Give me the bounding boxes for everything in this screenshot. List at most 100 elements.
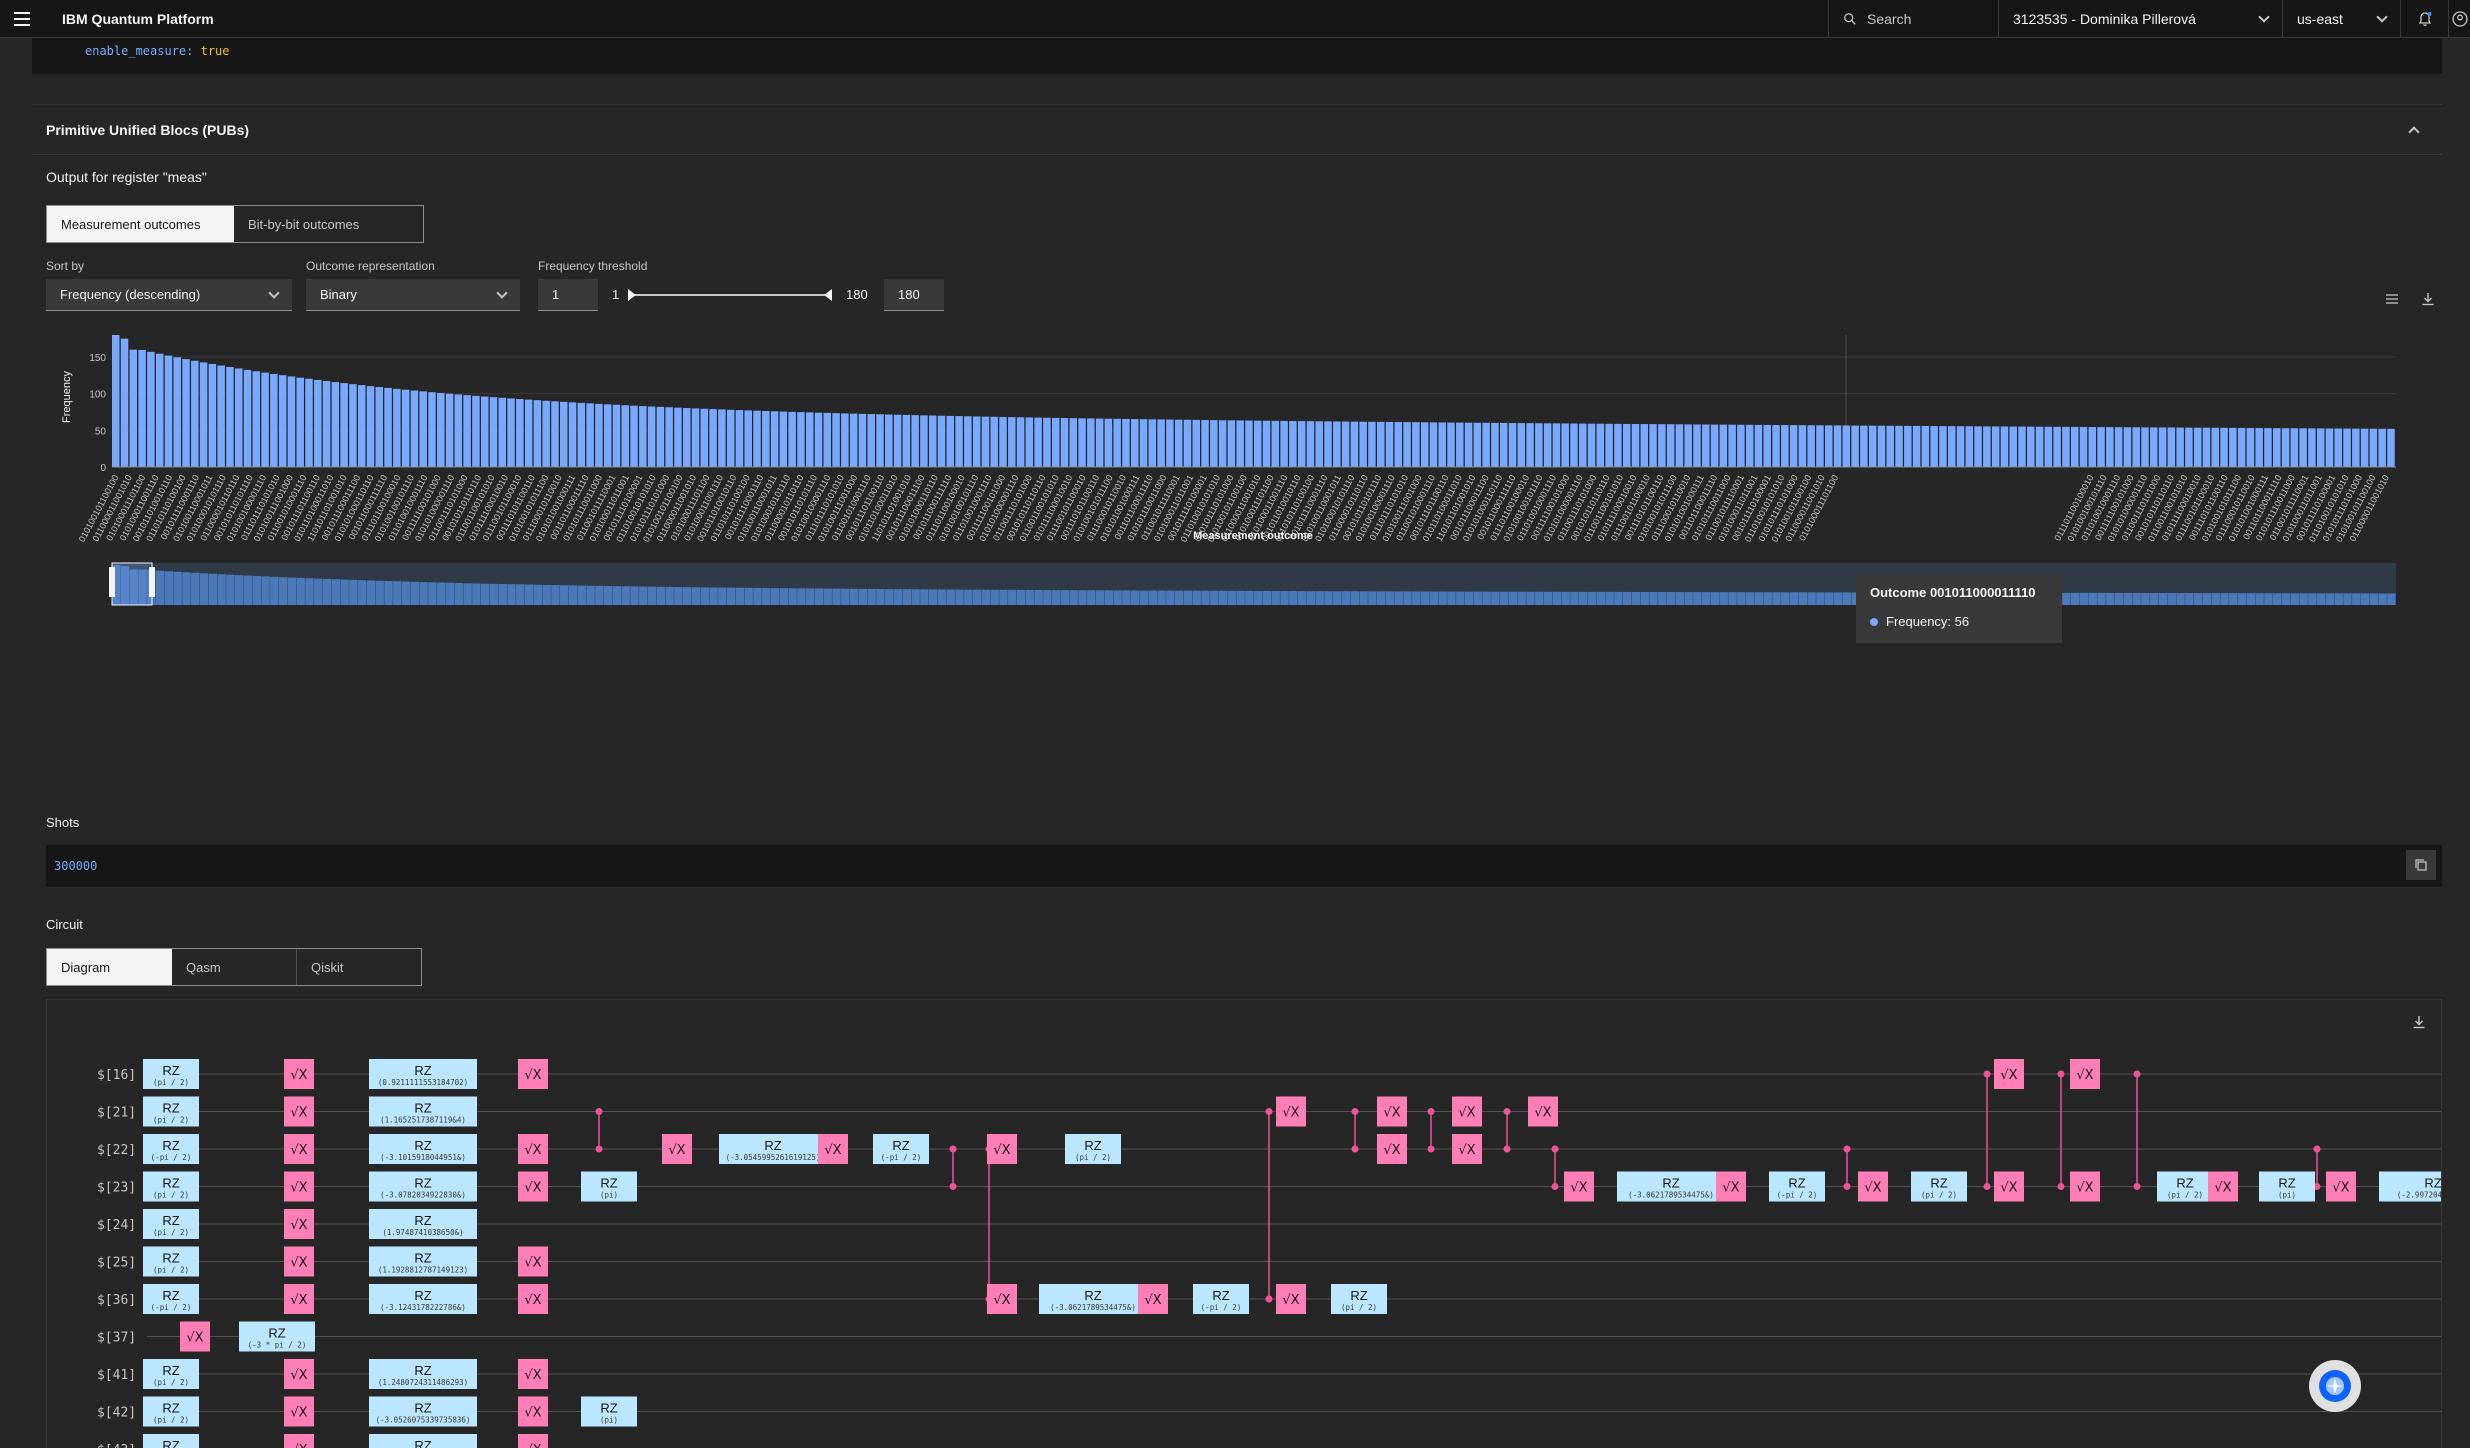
histogram-bar[interactable] bbox=[744, 410, 752, 467]
sx-gate[interactable]: √X bbox=[284, 1171, 314, 1202]
sx-gate[interactable]: √X bbox=[1858, 1171, 1888, 1202]
histogram-bar[interactable] bbox=[1473, 422, 1482, 467]
histogram-bar[interactable] bbox=[1684, 424, 1692, 467]
sx-gate[interactable]: √X bbox=[518, 1359, 548, 1389]
sx-gate[interactable]: √X bbox=[1452, 1096, 1482, 1127]
rz-gate[interactable]: RZ(-3.1243178222786&) bbox=[369, 1284, 477, 1314]
sx-gate[interactable]: √X bbox=[2070, 1059, 2100, 1089]
sx-gate[interactable]: √X bbox=[284, 1246, 314, 1277]
histogram-bar[interactable] bbox=[964, 416, 972, 467]
histogram-bar[interactable] bbox=[735, 410, 744, 467]
histogram-bar[interactable] bbox=[2281, 428, 2290, 467]
histogram-bar[interactable] bbox=[2176, 427, 2184, 467]
histogram-bar[interactable] bbox=[726, 409, 735, 467]
sx-gate[interactable]: √X bbox=[1994, 1171, 2024, 1202]
histogram-bar[interactable] bbox=[718, 409, 726, 467]
cz-control-dot[interactable] bbox=[595, 1108, 603, 1115]
histogram-bar[interactable] bbox=[498, 397, 507, 467]
histogram-bar[interactable] bbox=[2132, 427, 2140, 467]
histogram-bar[interactable] bbox=[2387, 428, 2395, 467]
histogram-bar[interactable] bbox=[630, 405, 638, 467]
histogram-bar[interactable] bbox=[1376, 421, 1385, 467]
rz-gate[interactable]: RZ(-2.9972041078&) bbox=[2379, 1171, 2442, 1202]
sx-gate[interactable]: √X bbox=[2070, 1171, 2100, 1202]
histogram-bar[interactable] bbox=[2193, 427, 2202, 467]
histogram-bar[interactable] bbox=[516, 399, 524, 467]
histogram-bar[interactable] bbox=[1842, 425, 1851, 467]
histogram-bar[interactable] bbox=[2273, 428, 2281, 467]
histogram-bar[interactable] bbox=[401, 389, 410, 467]
sx-gate[interactable]: √X bbox=[518, 1396, 548, 1427]
sx-gate[interactable]: √X bbox=[284, 1434, 314, 1448]
histogram-bar[interactable] bbox=[1333, 421, 1341, 467]
histogram-bar[interactable] bbox=[278, 375, 287, 467]
histogram-bar[interactable] bbox=[937, 415, 946, 467]
histogram-bar[interactable] bbox=[1192, 419, 1200, 467]
histogram-bar[interactable] bbox=[1060, 418, 1069, 467]
cz-control-dot[interactable] bbox=[1427, 1108, 1435, 1115]
slider-min-handle[interactable] bbox=[628, 289, 636, 301]
histogram-bar[interactable] bbox=[805, 412, 814, 467]
histogram-bar[interactable] bbox=[2158, 427, 2167, 467]
histogram-bar[interactable] bbox=[428, 392, 436, 467]
histogram-bar[interactable] bbox=[1702, 424, 1710, 467]
histogram-bar[interactable] bbox=[1201, 420, 1209, 467]
histogram-bar[interactable] bbox=[2325, 428, 2334, 467]
histogram-bar[interactable] bbox=[683, 408, 691, 467]
histogram-bar[interactable] bbox=[1174, 419, 1183, 467]
cz-control-dot[interactable] bbox=[1351, 1145, 1359, 1153]
copy-button[interactable] bbox=[2406, 850, 2436, 880]
rz-gate[interactable]: RZ(-pi / 2) bbox=[143, 1284, 199, 1314]
histogram-bar[interactable] bbox=[1535, 423, 1543, 467]
brush-handle-right[interactable] bbox=[149, 567, 155, 597]
histogram-bar[interactable] bbox=[1921, 425, 1930, 467]
histogram-bar[interactable] bbox=[191, 360, 199, 467]
histogram-bar[interactable] bbox=[902, 414, 911, 467]
pubs-header[interactable]: Primitive Unified Blocs (PUBs) bbox=[32, 105, 2442, 155]
histogram-bar[interactable] bbox=[1148, 419, 1157, 467]
histogram-bar[interactable] bbox=[2220, 427, 2228, 467]
rz-gate[interactable]: RZ(-3.0782034922830&) bbox=[369, 1171, 477, 1202]
rz-gate[interactable]: RZ(pi / 2) bbox=[1065, 1134, 1121, 1164]
histogram-bar[interactable] bbox=[1008, 417, 1016, 467]
threshold-min-input[interactable]: 1 bbox=[538, 279, 598, 311]
sx-gate[interactable]: √X bbox=[284, 1096, 314, 1127]
histogram-bar[interactable] bbox=[2009, 426, 2017, 467]
histogram-bar[interactable] bbox=[2167, 427, 2176, 467]
rz-gate[interactable]: RZ bbox=[143, 1434, 199, 1448]
histogram-bar[interactable] bbox=[928, 415, 937, 467]
sort-by-dropdown[interactable]: Frequency (descending) bbox=[46, 279, 292, 311]
histogram-bar[interactable] bbox=[2088, 427, 2097, 467]
sx-gate[interactable]: √X bbox=[1377, 1096, 1407, 1127]
rz-gate[interactable]: RZ(-3.1015918044951&) bbox=[369, 1134, 477, 1164]
histogram-bar[interactable] bbox=[1631, 424, 1640, 467]
histogram-bar[interactable] bbox=[2106, 427, 2114, 467]
histogram-bar[interactable] bbox=[1789, 425, 1798, 467]
cz-control-dot[interactable] bbox=[949, 1145, 957, 1153]
threshold-max-input[interactable]: 180 bbox=[884, 279, 944, 311]
histogram-bar[interactable] bbox=[2150, 427, 2158, 467]
download-circuit-button[interactable] bbox=[2407, 1010, 2431, 1034]
histogram-bar[interactable] bbox=[1210, 420, 1218, 467]
histogram-bar[interactable] bbox=[1306, 421, 1315, 467]
rz-gate[interactable]: RZ(1.2480724311486293) bbox=[369, 1359, 477, 1389]
histogram-bar[interactable] bbox=[612, 404, 621, 467]
histogram-bar[interactable] bbox=[560, 401, 568, 467]
histogram-bar[interactable] bbox=[349, 384, 357, 467]
histogram-bar[interactable] bbox=[1605, 423, 1613, 467]
histogram-bar[interactable] bbox=[1526, 423, 1534, 467]
menu-icon[interactable] bbox=[0, 0, 44, 38]
histogram-bar[interactable] bbox=[1254, 420, 1262, 467]
histogram-bar[interactable] bbox=[1781, 425, 1789, 467]
histogram-bar[interactable] bbox=[1104, 418, 1113, 467]
tab-bit-by-bit-outcomes[interactable]: Bit-by-bit outcomes bbox=[234, 206, 423, 242]
histogram-bar[interactable] bbox=[2141, 427, 2149, 467]
histogram-bar[interactable] bbox=[770, 411, 779, 467]
histogram-bar[interactable] bbox=[1456, 422, 1464, 467]
histogram-bar[interactable] bbox=[305, 378, 313, 467]
histogram-bar[interactable] bbox=[1622, 423, 1631, 467]
histogram-bar[interactable] bbox=[1280, 420, 1288, 467]
histogram-bar[interactable] bbox=[2229, 427, 2237, 467]
histogram-bar[interactable] bbox=[647, 406, 656, 467]
histogram-bar[interactable] bbox=[1359, 421, 1367, 467]
